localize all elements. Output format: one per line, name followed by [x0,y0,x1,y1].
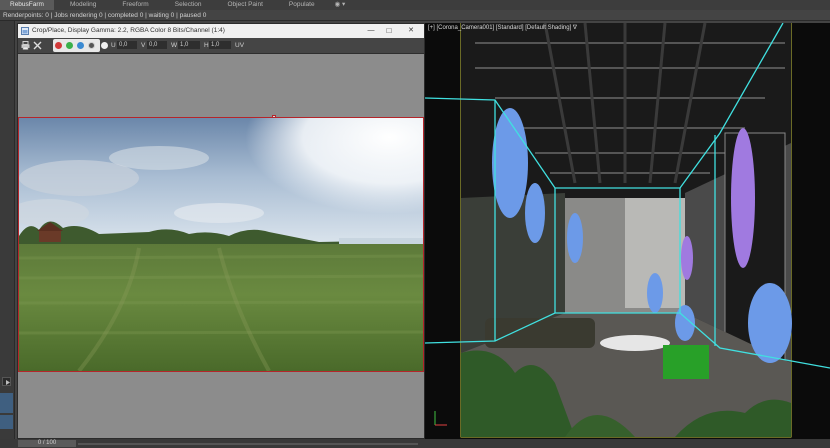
play-icon[interactable] [2,377,11,386]
maximize-button[interactable]: □ [382,24,396,38]
frame-buffer-title: Crop/Place, Display Gamma: 2.2, RGBA Col… [32,27,225,34]
frame-buffer-toolbar: U 0,0 V 0,0 W 1,0 H 1,0 UV [18,38,424,54]
h-label: H [204,42,209,49]
frame-buffer-window: Crop/Place, Display Gamma: 2.2, RGBA Col… [17,23,425,439]
window-icon [21,27,29,35]
tab-object-paint[interactable]: Object Paint [217,0,272,10]
viewport-label[interactable]: [+] [Corona_Camera001] [Standard] [Defau… [428,24,577,31]
left-tool-strip [0,21,15,441]
w-size-field[interactable]: 1,0 [178,41,200,49]
u-offset-field[interactable]: 0,0 [117,41,137,49]
tab-modeling[interactable]: Modeling [60,0,106,10]
uv-toggle[interactable]: UV [235,38,244,53]
close-button[interactable]: ✕ [404,24,418,38]
hdri-preview-image [18,117,424,372]
blue-channel-toggle[interactable] [77,42,84,49]
tab-freeform[interactable]: Freeform [112,0,158,10]
time-slider-handle[interactable]: 0 / 100 [18,440,76,447]
perspective-viewport[interactable]: [+] [Corona_Camera001] [Standard] [Defau… [425,23,830,439]
renderfarm-status-line: Renderpoints: 0 | Jobs rendering 0 | com… [0,10,830,21]
layer-panel-button[interactable] [0,393,13,413]
print-icon[interactable] [21,41,30,50]
layer-panel-button[interactable] [0,415,13,429]
mono-channel-toggle[interactable] [88,42,95,49]
h-size-field[interactable]: 1,0 [209,41,231,49]
red-channel-toggle[interactable] [55,42,62,49]
tab-selection[interactable]: Selection [165,0,212,10]
v-label: V [141,42,146,49]
tab-rebusfarm[interactable]: RebusFarm [0,0,54,10]
ribbon-options-toggle[interactable]: ◉ ▾ [325,0,356,10]
scene-render [425,23,830,439]
clear-icon[interactable] [33,41,42,50]
u-label: U [111,42,116,49]
w-label: W [171,42,178,49]
frame-buffer-titlebar: Crop/Place, Display Gamma: 2.2, RGBA Col… [18,24,424,38]
alpha-channel-toggle[interactable] [101,42,108,49]
tab-populate[interactable]: Populate [279,0,325,10]
minimize-button[interactable]: — [364,24,378,38]
ribbon-tab-bar: RebusFarm Modeling Freeform Selection Ob… [0,0,830,10]
v-offset-field[interactable]: 0,0 [147,41,167,49]
time-slider-track[interactable] [78,443,418,445]
green-channel-toggle[interactable] [66,42,73,49]
